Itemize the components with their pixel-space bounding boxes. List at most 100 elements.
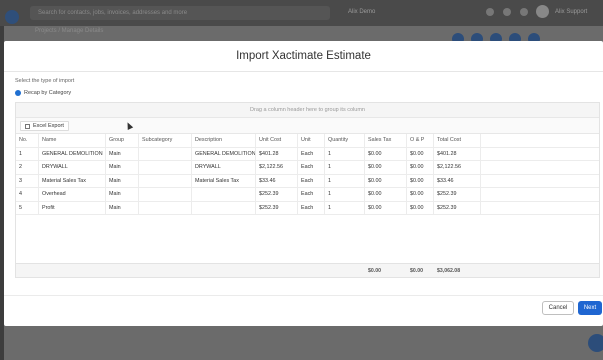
cell-op: $0.00 <box>407 147 434 160</box>
cell-name: Profit <box>39 201 106 214</box>
total-sales-tax: $0.00 <box>368 268 381 274</box>
excel-export-label: Excel Export <box>33 123 64 129</box>
total-cost: $3,062.08 <box>437 268 461 274</box>
cell-total-cost: $252.39 <box>434 201 481 214</box>
avatar[interactable] <box>536 5 549 18</box>
cell-quantity: 1 <box>325 161 365 174</box>
cell-name: GENERAL DEMOLITION <box>39 147 106 160</box>
global-search-input[interactable]: Search for contacts, jobs, invoices, add… <box>30 6 330 20</box>
company-name: Alix Demo <box>348 9 376 15</box>
total-op: $0.00 <box>410 268 423 274</box>
cell-quantity: 1 <box>325 188 365 201</box>
next-button[interactable]: Next <box>578 301 602 315</box>
cell-sales-tax: $0.00 <box>365 201 407 214</box>
cancel-button[interactable]: Cancel <box>542 301 574 315</box>
cell-unit: Each <box>298 161 325 174</box>
column-header-quantity[interactable]: Quantity <box>325 134 365 147</box>
cell-description: GENERAL DEMOLITION <box>192 147 256 160</box>
radio-selected-icon[interactable] <box>15 90 21 96</box>
cell-description <box>192 201 256 214</box>
message-icon[interactable] <box>486 8 494 16</box>
bell-icon[interactable] <box>503 8 511 16</box>
cell-sales-tax: $0.00 <box>365 174 407 187</box>
cell-unit-cost: $2,122.56 <box>256 161 298 174</box>
cell-no: 5 <box>16 201 39 214</box>
table-header: No. Name Group Subcategory Description U… <box>16 134 599 148</box>
estimate-grid: Drag a column header here to group its c… <box>15 102 600 278</box>
cell-name: Overhead <box>39 188 106 201</box>
table-row[interactable]: 1 GENERAL DEMOLITION Main GENERAL DEMOLI… <box>16 147 599 161</box>
import-modal: Import Xactimate Estimate Select the typ… <box>4 41 603 326</box>
cell-subcategory <box>139 174 192 187</box>
cell-unit: Each <box>298 147 325 160</box>
cell-subcategory <box>139 188 192 201</box>
cell-name: Material Sales Tax <box>39 174 106 187</box>
divider <box>4 71 603 72</box>
import-type-label: Select the type of import <box>15 78 75 84</box>
cell-subcategory <box>139 147 192 160</box>
cell-op: $0.00 <box>407 188 434 201</box>
cell-unit-cost: $33.46 <box>256 174 298 187</box>
cell-quantity: 1 <box>325 174 365 187</box>
cell-group: Main <box>106 174 139 187</box>
cell-sales-tax: $0.00 <box>365 147 407 160</box>
cell-sales-tax: $0.00 <box>365 161 407 174</box>
cell-description: Material Sales Tax <box>192 174 256 187</box>
excel-icon <box>25 123 30 129</box>
cell-no: 3 <box>16 174 39 187</box>
import-option-label: Recap by Category <box>24 90 72 96</box>
column-header-description[interactable]: Description <box>192 134 256 147</box>
help-icon[interactable] <box>520 8 528 16</box>
cell-sales-tax: $0.00 <box>365 188 407 201</box>
column-header-subcategory[interactable]: Subcategory <box>139 134 192 147</box>
import-option-radio[interactable]: Recap by Category <box>15 90 71 96</box>
cell-unit-cost: $401.28 <box>256 147 298 160</box>
column-header-op[interactable]: O & P <box>407 134 434 147</box>
table-row[interactable]: 2 DRYWALL Main DRYWALL $2,122.56 Each 1 … <box>16 161 599 175</box>
cell-group: Main <box>106 161 139 174</box>
breadcrumb: Projects / Manage Details <box>35 28 104 34</box>
cell-no: 1 <box>16 147 39 160</box>
table-row[interactable]: 3 Material Sales Tax Main Material Sales… <box>16 174 599 188</box>
cell-op: $0.00 <box>407 201 434 214</box>
app-header: Search for contacts, jobs, invoices, add… <box>0 0 603 26</box>
cell-unit-cost: $252.39 <box>256 201 298 214</box>
cell-no: 2 <box>16 161 39 174</box>
cell-total-cost: $33.46 <box>434 174 481 187</box>
cell-group: Main <box>106 147 139 160</box>
cell-op: $0.00 <box>407 174 434 187</box>
cell-total-cost: $2,122.56 <box>434 161 481 174</box>
column-header-unit[interactable]: Unit <box>298 134 325 147</box>
table-row[interactable]: 5 Profit Main $252.39 Each 1 $0.00 $0.00… <box>16 201 599 215</box>
chat-icon[interactable] <box>588 334 603 352</box>
cell-unit: Each <box>298 174 325 187</box>
cell-quantity: 1 <box>325 201 365 214</box>
column-header-group[interactable]: Group <box>106 134 139 147</box>
column-header-name[interactable]: Name <box>39 134 106 147</box>
user-menu[interactable]: Alix Support <box>555 9 587 15</box>
divider <box>4 295 603 296</box>
cell-subcategory <box>139 201 192 214</box>
table-row[interactable]: 4 Overhead Main $252.39 Each 1 $0.00 $0.… <box>16 188 599 202</box>
cell-group: Main <box>106 201 139 214</box>
excel-export-button[interactable]: Excel Export <box>20 121 69 131</box>
cell-unit: Each <box>298 188 325 201</box>
cell-description <box>192 188 256 201</box>
table-footer-totals: $0.00 $0.00 $3,062.08 <box>16 263 599 277</box>
group-panel[interactable]: Drag a column header here to group its c… <box>16 103 599 118</box>
cell-total-cost: $401.28 <box>434 147 481 160</box>
column-header-unit-cost[interactable]: Unit Cost <box>256 134 298 147</box>
grid-toolbar: Excel Export <box>16 118 599 134</box>
cell-quantity: 1 <box>325 147 365 160</box>
app-logo-icon <box>5 10 19 24</box>
cell-name: DRYWALL <box>39 161 106 174</box>
column-header-no[interactable]: No. <box>16 134 39 147</box>
cell-unit-cost: $252.39 <box>256 188 298 201</box>
cell-unit: Each <box>298 201 325 214</box>
column-header-total-cost[interactable]: Total Cost <box>434 134 481 147</box>
modal-title: Import Xactimate Estimate <box>236 50 371 62</box>
cell-op: $0.00 <box>407 161 434 174</box>
cell-total-cost: $252.39 <box>434 188 481 201</box>
cell-subcategory <box>139 161 192 174</box>
column-header-sales-tax[interactable]: Sales Tax <box>365 134 407 147</box>
